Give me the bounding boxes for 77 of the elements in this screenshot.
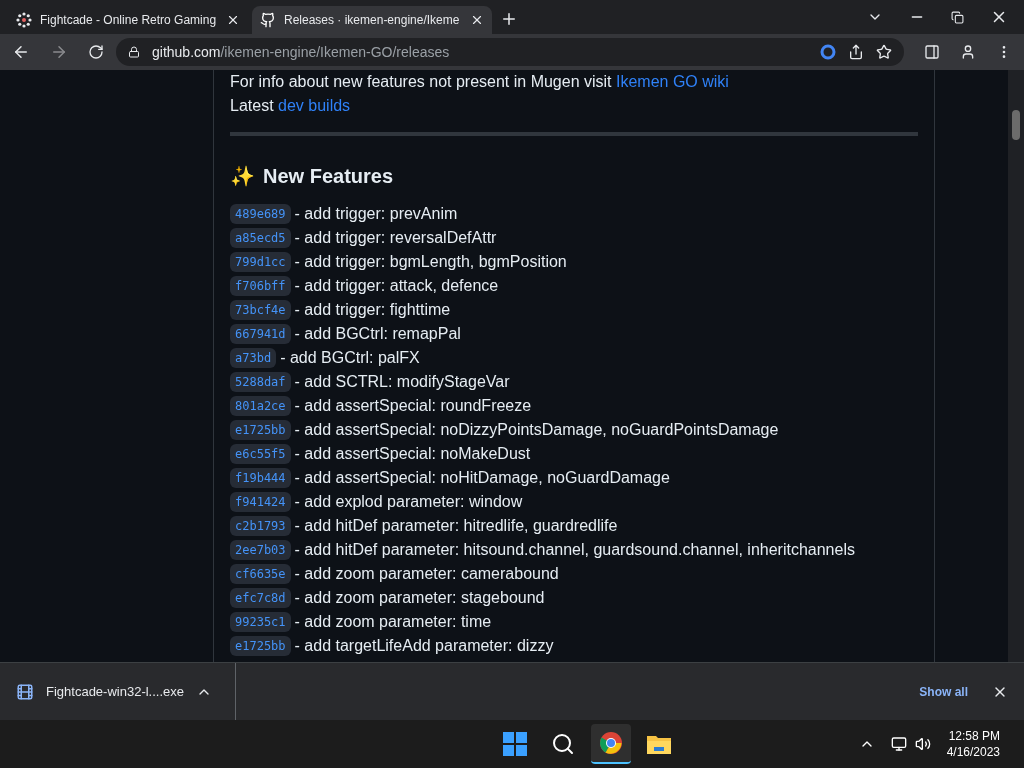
windows-start-icon <box>503 732 528 756</box>
section-heading: New Features <box>263 164 394 188</box>
commit-hash-link[interactable]: 5288daf <box>230 372 291 392</box>
commit-hash-link[interactable]: a73bd <box>230 348 277 368</box>
commit-hash-link[interactable]: 2ee7b03 <box>230 540 291 560</box>
commit-hash-link[interactable]: 667941d <box>230 324 291 344</box>
commit-hash-link[interactable]: 73bcf4e <box>230 300 291 320</box>
commit-hash-link[interactable]: efc7c8d <box>230 588 291 608</box>
feature-text: - add BGCtrl: palFX <box>280 348 420 368</box>
feature-text: - add hitDef parameter: hitredlife, guardredlife <box>294 516 618 536</box>
tab-title: Fightcade - Online Retro Gaming <box>40 12 218 29</box>
commit-hash-link[interactable]: 489e689 <box>230 204 291 224</box>
feature-text: - add targetLifeAdd parameter: dizzy <box>294 636 554 656</box>
feature-text: - add zoom parameter: stagebound <box>294 588 545 608</box>
commit-hash-link[interactable]: f19b444 <box>230 468 291 488</box>
feature-text: - add assertSpecial: noHitDamage, noGuardDamage <box>294 468 670 488</box>
sparkles-emoji: ✨ <box>230 164 255 188</box>
network-icon[interactable] <box>890 736 907 752</box>
profile-icon[interactable] <box>960 44 976 60</box>
bookmark-star-icon[interactable] <box>876 44 892 60</box>
share-icon[interactable] <box>848 44 864 60</box>
feature-text: - add hitDef parameter: hitsound.channel, guardsound.channel, inheritchannels <box>294 540 855 560</box>
dotted-ring-icon <box>16 12 32 28</box>
restore-icon[interactable] <box>951 10 964 24</box>
feature-text: - add trigger: prevAnim <box>294 204 458 224</box>
show-all-link[interactable]: Show all <box>919 682 968 701</box>
feature-text: - add assertSpecial: roundFreeze <box>294 396 532 416</box>
scrollbar[interactable] <box>1008 70 1024 662</box>
commit-hash-link[interactable]: 799d1cc <box>230 252 291 272</box>
search-icon <box>551 732 576 756</box>
lock-icon <box>128 46 140 58</box>
link[interactable]: Ikemen GO wiki <box>616 73 729 90</box>
intro-text: For info about new features not present in Mugen visit Ikemen GO wiki <box>230 72 730 92</box>
commit-hash-link[interactable]: e1725bb <box>230 636 291 656</box>
feature-text: - add assertSpecial: noDizzyPointsDamage, noGuardPointsDamage <box>294 420 779 440</box>
feature-text: - add trigger: bgmLength, bgmPosition <box>294 252 567 272</box>
intro-text: Latest dev builds <box>230 96 352 116</box>
chrome-icon <box>599 731 624 755</box>
file-name: Fightcade-win32-l....exe <box>46 682 184 701</box>
address-bar[interactable]: github.com/ikemen-engine/Ikemen-GO/releases <box>116 38 904 66</box>
folder-icon <box>646 733 673 755</box>
feature-text: - add trigger: reversalDefAttr <box>294 228 497 248</box>
link[interactable]: dev builds <box>278 97 351 114</box>
feature-text: - add zoom parameter: camerabound <box>294 564 559 584</box>
taskbar-app[interactable] <box>591 724 632 764</box>
browser-tab[interactable]: Releases · ikemen-engine/Ikeme <box>252 6 492 34</box>
commit-hash-link[interactable]: cf6635e <box>230 564 291 584</box>
browser-tab[interactable]: Fightcade - Online Retro Gaming <box>8 6 248 34</box>
side-panel-icon[interactable] <box>924 44 940 60</box>
google-icon[interactable] <box>820 44 836 60</box>
commit-hash-link[interactable]: c2b1793 <box>230 516 291 536</box>
feature-text: - add assertSpecial: noMakeDust <box>294 444 531 464</box>
url-text: github.com/ikemen-engine/Ikemen-GO/releases <box>152 42 450 62</box>
close-icon[interactable] <box>226 13 240 27</box>
commit-hash-link[interactable]: 801a2ce <box>230 396 291 416</box>
feature-text: - add zoom parameter: time <box>294 612 492 632</box>
new-tab-icon[interactable] <box>500 10 518 28</box>
close-icon[interactable] <box>470 13 484 27</box>
feature-text: - add BGCtrl: remapPal <box>294 324 461 344</box>
reload-icon[interactable] <box>88 44 104 60</box>
forward-icon[interactable] <box>50 43 68 61</box>
feature-text: - add trigger: fighttime <box>294 300 451 320</box>
commit-hash-link[interactable]: e6c55f5 <box>230 444 291 464</box>
tab-title: Releases · ikemen-engine/Ikeme <box>284 12 461 29</box>
back-icon[interactable] <box>12 43 30 61</box>
commit-hash-link[interactable]: a85ecd5 <box>230 228 291 248</box>
feature-text: - add trigger: attack, defence <box>294 276 499 296</box>
volume-icon[interactable] <box>914 736 931 752</box>
commit-hash-link[interactable]: f941424 <box>230 492 291 512</box>
clock[interactable]: 12:58 PM 4/16/2023 <box>946 728 1000 760</box>
commit-hash-link[interactable]: e1725bb <box>230 420 291 440</box>
commit-hash-link[interactable]: 99235c1 <box>230 612 291 632</box>
file-icon <box>16 682 34 701</box>
feature-text: - add explod parameter: window <box>294 492 523 512</box>
commit-hash-link[interactable]: f706bff <box>230 276 291 296</box>
feature-text: - add SCTRL: modifyStageVar <box>294 372 510 392</box>
github-icon <box>260 12 276 28</box>
